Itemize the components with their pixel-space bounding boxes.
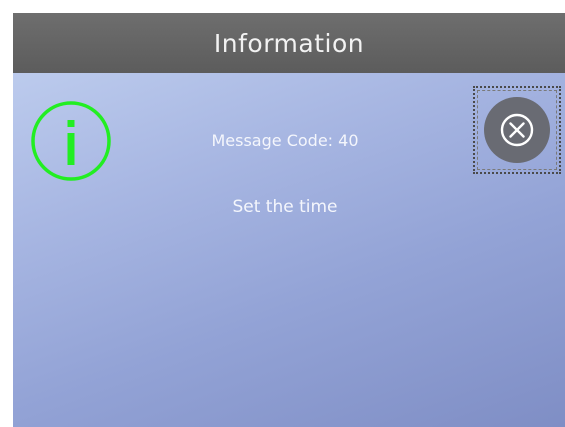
information-dialog: Information Message Code: 40 Set the tim… <box>13 13 565 427</box>
close-button[interactable] <box>484 97 550 163</box>
message-code: Message Code: 40 <box>211 131 359 150</box>
message-line: Set the time <box>13 197 565 217</box>
dialog-header: Information <box>13 13 565 73</box>
dialog-title: Information <box>213 28 365 58</box>
close-button-area[interactable] <box>473 86 561 174</box>
message-text: Set the time <box>232 197 338 217</box>
close-circle-x-icon <box>500 113 534 147</box>
dialog-content: Message Code: 40 Set the time <box>13 73 565 427</box>
